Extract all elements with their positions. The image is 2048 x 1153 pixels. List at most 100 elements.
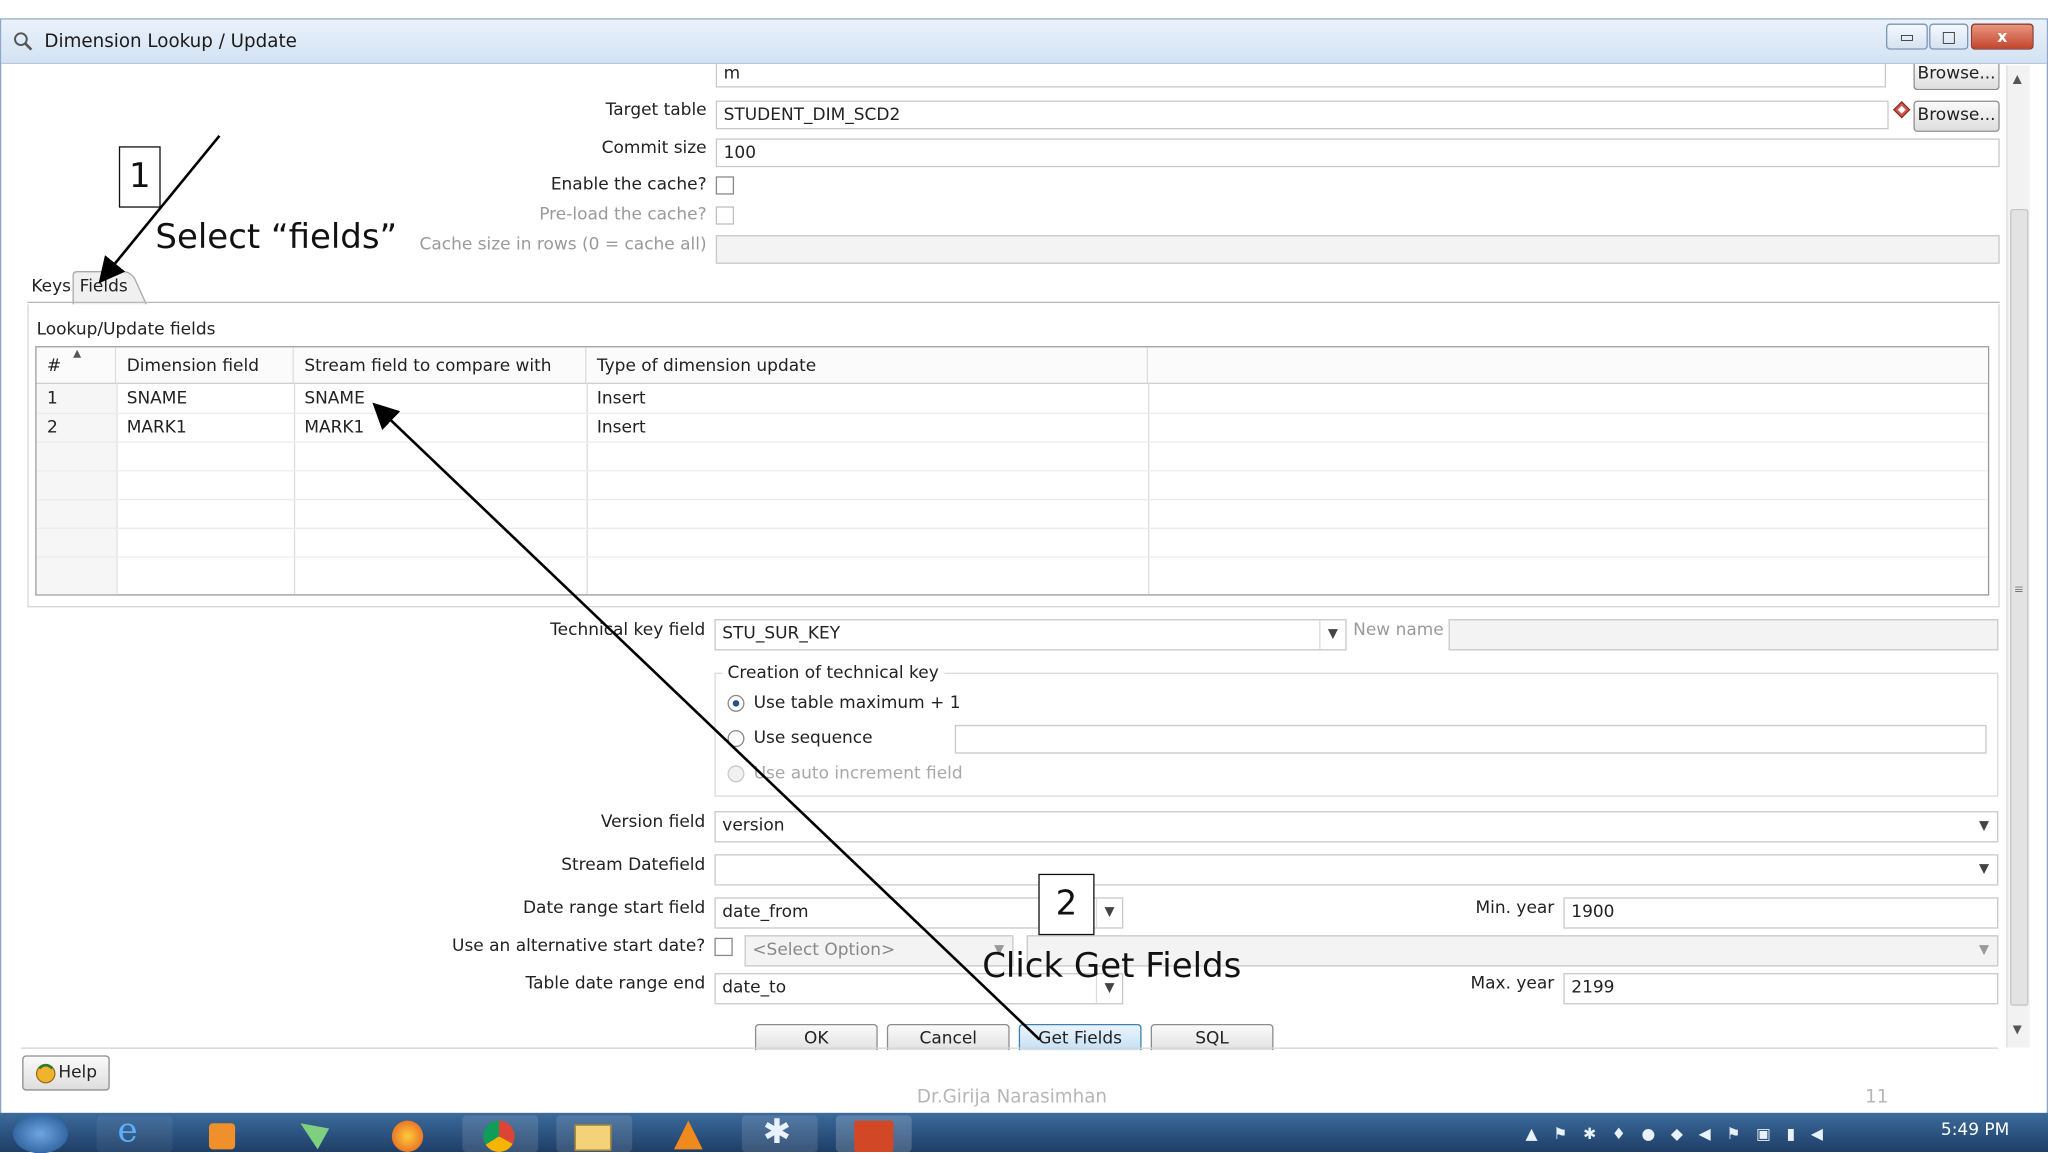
technical-key-label: Technical key field xyxy=(550,620,706,640)
target-table-input[interactable]: STUDENT_DIM_SCD2 xyxy=(715,100,1889,130)
date-end-label: Table date range end xyxy=(525,974,706,994)
grid-cell-update-type[interactable]: Insert xyxy=(586,414,1148,443)
minimize-button[interactable]: ▭ xyxy=(1886,23,1928,50)
kettle-icon xyxy=(300,1123,330,1150)
grid-cell-stream[interactable]: MARK1 xyxy=(294,414,587,443)
grid-cell-num[interactable]: 1 xyxy=(37,385,117,414)
grid-section-label: Lookup/Update fields xyxy=(36,319,216,340)
grid-row-line xyxy=(36,470,1988,472)
chevron-down-icon: ▼ xyxy=(1978,943,1990,958)
grid-row-line xyxy=(36,556,1988,558)
firefox-taskbar-icon[interactable] xyxy=(371,1115,447,1152)
technical-key-select[interactable]: STU_SUR_KEY ▼ xyxy=(714,619,1347,651)
clock-time[interactable]: 5:49 PM xyxy=(1941,1121,2009,1141)
scrollbar-thumb[interactable]: ≡ xyxy=(2010,208,2029,1006)
preload-cache-label: Pre-load the cache? xyxy=(539,205,707,225)
clipped-field[interactable]: m xyxy=(715,63,1887,88)
firefox-icon xyxy=(391,1120,424,1152)
scroll-grip-icon: ≡ xyxy=(2014,583,2024,597)
stream-datefield-select[interactable]: ▼ xyxy=(714,854,1999,886)
cache-size-input[interactable] xyxy=(715,235,2000,264)
button-row: OK Cancel Get Fields SQL xyxy=(731,1023,1306,1051)
close-button[interactable]: x xyxy=(1970,23,2034,50)
tab-divider xyxy=(27,301,2000,304)
browse-button-top[interactable]: Browse... xyxy=(1913,63,2000,91)
slide-author: Dr.Girija Narasimhan xyxy=(916,1086,1107,1108)
version-field-value: version xyxy=(722,816,785,836)
radio-sequence[interactable] xyxy=(727,730,745,748)
grid-header-empty xyxy=(1148,347,1988,384)
grid-header-update-type[interactable]: Type of dimension update xyxy=(586,347,1149,384)
sql-button[interactable]: SQL xyxy=(1150,1023,1274,1051)
max-year-label: Max. year xyxy=(1470,974,1555,994)
system-tray-icons[interactable]: ▲⚑✱♦●◆◀⚑▣▮◀ xyxy=(1526,1125,1853,1143)
help-icon xyxy=(35,1063,56,1084)
radio-auto-increment-label: Use auto increment field xyxy=(753,764,963,784)
scroll-up-icon[interactable]: ▲ xyxy=(2013,73,2022,86)
grid-header-dimension[interactable]: Dimension field xyxy=(116,347,294,384)
ie-glyph: e xyxy=(117,1111,138,1151)
get-fields-button[interactable]: Get Fields xyxy=(1018,1023,1142,1051)
folder-icon xyxy=(574,1124,612,1151)
min-year-input[interactable]: 1900 xyxy=(1563,897,1999,929)
annotation-step2-text: Click Get Fields xyxy=(982,946,1242,987)
grid-cell-update-type[interactable]: Insert xyxy=(586,385,1148,414)
alt-start-select[interactable]: <Select Option> ▼ xyxy=(744,935,1014,967)
cancel-button[interactable]: Cancel xyxy=(886,1023,1010,1051)
commit-size-input[interactable]: 100 xyxy=(715,138,2000,168)
radio-sequence-label: Use sequence xyxy=(753,728,873,749)
grid-header-num-label: # xyxy=(47,356,62,377)
lookup-fields-grid: # ▲ Dimension field Stream field to comp… xyxy=(35,346,1990,596)
browse-button[interactable]: Browse... xyxy=(1913,100,2000,132)
date-start-value: date_from xyxy=(722,902,809,923)
cache-size-label: Cache size in rows (0 = cache all) xyxy=(419,235,707,255)
explorer-taskbar-icon[interactable] xyxy=(556,1115,633,1152)
tab-keys[interactable]: Keys xyxy=(31,277,71,297)
grid-cell-stream[interactable]: SNAME xyxy=(294,385,587,414)
grid-cell-dimension[interactable]: SNAME xyxy=(116,385,294,414)
radio-auto-increment[interactable] xyxy=(727,765,745,783)
vertical-scrollbar[interactable]: ▲ ≡ ▼ xyxy=(2006,65,2030,1048)
chevron-down-icon: ▼ xyxy=(1978,862,1990,877)
kettle-taskbar-icon[interactable] xyxy=(280,1115,356,1152)
grid-header-stream[interactable]: Stream field to compare with xyxy=(293,347,587,384)
target-table-label: Target table xyxy=(605,100,707,121)
chrome-icon xyxy=(483,1120,515,1152)
radio-table-max-label: Use table maximum + 1 xyxy=(753,693,961,714)
maximize-button[interactable]: □ xyxy=(1929,23,1969,50)
media-player-taskbar-icon[interactable] xyxy=(188,1115,264,1152)
tab-fields[interactable]: Fields xyxy=(80,277,128,297)
version-field-select[interactable]: version ▼ xyxy=(714,811,1999,843)
scroll-down-icon[interactable]: ▼ xyxy=(2013,1024,2022,1037)
tool-taskbar-icon[interactable]: ✱ xyxy=(741,1113,818,1152)
help-button[interactable]: Help xyxy=(22,1055,110,1091)
powerpoint-icon xyxy=(854,1120,894,1152)
grid-cell-dimension[interactable]: MARK1 xyxy=(116,414,294,443)
ok-button[interactable]: OK xyxy=(754,1023,878,1051)
alt-start-label: Use an alternative start date? xyxy=(452,936,706,957)
alt-start-checkbox[interactable] xyxy=(714,937,733,957)
preload-cache-checkbox[interactable] xyxy=(715,206,735,225)
powerpoint-taskbar-icon[interactable] xyxy=(835,1115,912,1152)
slide-stage: Dimension Lookup / Update ▭ □ x m Browse… xyxy=(0,0,2048,1153)
chrome-taskbar-icon[interactable] xyxy=(462,1115,539,1152)
enable-cache-label: Enable the cache? xyxy=(550,175,707,195)
enable-cache-checkbox[interactable] xyxy=(715,176,735,195)
help-label: Help xyxy=(58,1063,98,1083)
stream-datefield-label: Stream Datefield xyxy=(561,855,706,876)
start-orb-icon[interactable] xyxy=(13,1114,68,1153)
sequence-input[interactable] xyxy=(954,724,1987,754)
sort-asc-icon: ▲ xyxy=(73,347,82,360)
grid-header-num[interactable]: # ▲ xyxy=(36,347,117,384)
vlc-taskbar-icon[interactable] xyxy=(650,1115,726,1152)
new-name-input[interactable] xyxy=(1448,619,1999,651)
annotation-step1-box: 1 xyxy=(118,146,161,208)
grid-col-line xyxy=(1148,383,1150,595)
annotation-step1-text: Select “fields” xyxy=(155,218,398,258)
max-year-input[interactable]: 2199 xyxy=(1563,973,1999,1005)
alt-start-option: <Select Option> xyxy=(752,940,896,960)
media-player-icon xyxy=(208,1123,236,1150)
grid-cell-num[interactable]: 2 xyxy=(37,414,117,443)
ie-taskbar-icon[interactable]: e xyxy=(96,1111,173,1152)
radio-table-max[interactable] xyxy=(727,694,745,712)
